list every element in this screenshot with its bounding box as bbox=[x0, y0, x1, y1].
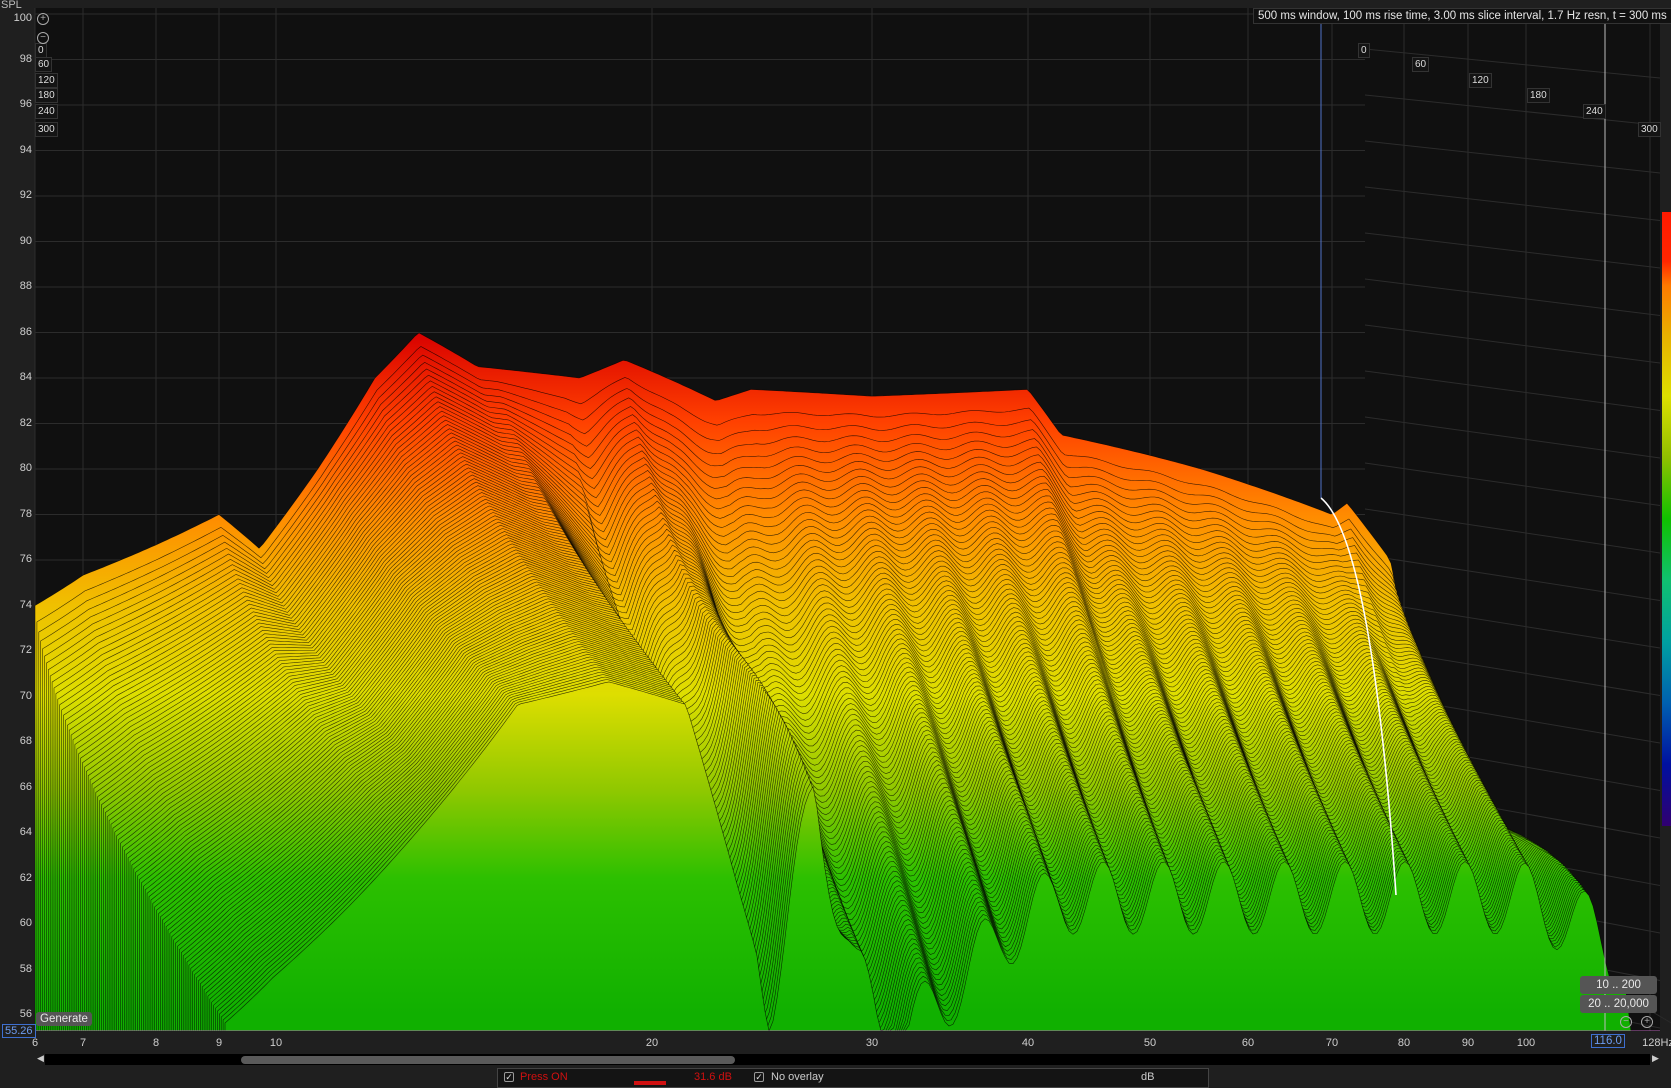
y-tick-label: 100 bbox=[13, 12, 32, 24]
x-tick-label: 20 bbox=[645, 1037, 659, 1049]
x-tick-label: 8 bbox=[152, 1037, 160, 1049]
x-tick-label: 6 bbox=[31, 1037, 39, 1049]
time-tick-label: 240 bbox=[1583, 104, 1606, 119]
time-tick-label: 240 bbox=[35, 104, 58, 119]
y-tick-label: 94 bbox=[19, 143, 32, 156]
scroll-left-icon[interactable]: ◀ bbox=[37, 1053, 44, 1064]
time-tick-label: 60 bbox=[35, 57, 53, 72]
unit-label: dB bbox=[1141, 1071, 1155, 1083]
y-tick-label: 92 bbox=[19, 189, 32, 201]
time-tick-label: 0 bbox=[1358, 43, 1370, 58]
y-tick-label: 84 bbox=[19, 371, 32, 383]
bottom-controls-panel: ✓ Press ON 31.6 dB ✓ No overlay dB bbox=[497, 1068, 1209, 1088]
x-tick-label: 100 bbox=[1516, 1037, 1536, 1049]
time-tick-label: 180 bbox=[1527, 88, 1550, 103]
y-axis-unit: SPL bbox=[1, 0, 22, 11]
time-tick-label: 60 bbox=[1412, 57, 1430, 72]
scroll-right-icon[interactable]: ▶ bbox=[1652, 1053, 1659, 1064]
y-tick-label: 72 bbox=[19, 644, 32, 656]
x-tick-label: 60 bbox=[1241, 1037, 1255, 1049]
x-tick-label: 90 bbox=[1461, 1037, 1475, 1049]
y-tick-label: 70 bbox=[19, 689, 32, 702]
x-tick-label: 30 bbox=[865, 1037, 879, 1049]
y-tick-label: 90 bbox=[19, 234, 32, 247]
y-tick-label: 58 bbox=[19, 962, 32, 975]
x-tick-label: 10 bbox=[269, 1037, 283, 1049]
press-level: 31.6 dB bbox=[694, 1071, 732, 1083]
generate-button[interactable]: Generate bbox=[36, 1012, 92, 1026]
y-tick-label: 96 bbox=[19, 98, 32, 110]
y-tick-label: 82 bbox=[19, 416, 32, 429]
time-tick-label: 120 bbox=[1469, 73, 1492, 88]
time-tick-label: 300 bbox=[35, 122, 58, 137]
time-tick-label: 180 bbox=[35, 88, 58, 103]
waterfall-info: 500 ms window, 100 ms rise time, 3.00 ms… bbox=[1253, 8, 1671, 24]
x-tick-label: 70 bbox=[1325, 1037, 1339, 1049]
x-tick-label: 40 bbox=[1021, 1037, 1035, 1049]
waterfall-plot[interactable] bbox=[0, 0, 1671, 1031]
color-scale-bar bbox=[1662, 212, 1671, 826]
x-tick-label: 80 bbox=[1397, 1037, 1411, 1049]
y-tick-label: 76 bbox=[19, 553, 32, 565]
overlay-label: No overlay bbox=[771, 1071, 824, 1083]
x-cursor-value[interactable]: 116.0 bbox=[1591, 1034, 1625, 1048]
zoom-out-icon[interactable]: − bbox=[37, 32, 49, 44]
y-tick-label: 66 bbox=[19, 780, 32, 793]
x-tick-label: 50 bbox=[1143, 1037, 1157, 1049]
x-tick-label: 9 bbox=[215, 1037, 223, 1049]
x-tick-label: 7 bbox=[79, 1037, 87, 1049]
zoom-in-icon[interactable]: + bbox=[37, 13, 49, 25]
overlay-checkbox[interactable]: ✓ bbox=[754, 1072, 764, 1082]
y-tick-label: 60 bbox=[19, 917, 32, 929]
press-label: Press ON bbox=[520, 1071, 568, 1083]
press-color-swatch[interactable] bbox=[634, 1081, 666, 1085]
x-zoom-in-icon[interactable]: + bbox=[1641, 1016, 1653, 1028]
time-tick-label: 120 bbox=[35, 73, 58, 88]
y-tick-label: 80 bbox=[19, 462, 32, 474]
y-tick-label: 88 bbox=[19, 280, 32, 292]
y-tick-label: 62 bbox=[19, 871, 32, 884]
scrollbar-thumb[interactable] bbox=[241, 1056, 735, 1064]
press-checkbox[interactable]: ✓ bbox=[504, 1072, 514, 1082]
y-tick-label: 86 bbox=[19, 325, 32, 338]
time-tick-label: 0 bbox=[35, 43, 47, 58]
range-20-20000-button[interactable]: 20 .. 20,000 bbox=[1580, 995, 1657, 1013]
time-tick-label: 300 bbox=[1638, 122, 1661, 137]
y-tick-label: 78 bbox=[19, 507, 32, 520]
range-10-200-button[interactable]: 10 .. 200 bbox=[1580, 976, 1657, 994]
y-tick-label: 56 bbox=[19, 1008, 32, 1020]
x-tick-label: 128Hz bbox=[1642, 1037, 1671, 1049]
y-tick-label: 64 bbox=[19, 826, 32, 838]
y-min-value[interactable]: 55.26 bbox=[2, 1024, 36, 1038]
x-zoom-out-icon[interactable]: − bbox=[1620, 1016, 1632, 1028]
y-tick-label: 74 bbox=[19, 598, 32, 611]
y-tick-label: 98 bbox=[19, 52, 32, 65]
horizontal-scrollbar[interactable] bbox=[45, 1054, 1650, 1065]
y-tick-label: 68 bbox=[19, 735, 32, 747]
